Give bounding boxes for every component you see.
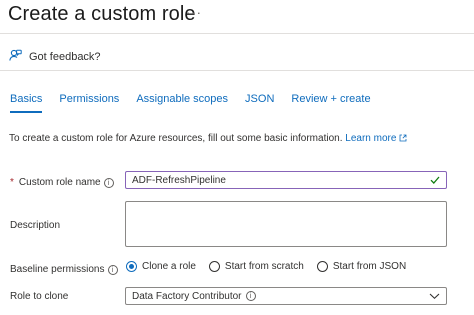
radio-unselected-icon [316, 261, 328, 272]
role-name-label: * Custom role name i [10, 177, 114, 188]
description-label: Description [10, 220, 61, 231]
intro-text: To create a custom role for Azure resour… [9, 133, 407, 144]
header-divider [0, 33, 474, 34]
toolbar-divider [0, 70, 474, 71]
chevron-down-icon [429, 292, 440, 303]
intro-description: To create a custom role for Azure resour… [9, 133, 343, 144]
role-to-clone-label: Role to clone [10, 291, 69, 302]
learn-more-link[interactable]: Learn more [345, 133, 407, 144]
info-icon[interactable]: i [245, 291, 256, 301]
tab-permissions[interactable]: Permissions [59, 93, 119, 105]
info-icon[interactable]: i [103, 177, 114, 188]
more-options-icon[interactable]: ··· [186, 5, 202, 20]
tab-basics[interactable]: Basics [10, 93, 43, 113]
valid-check-icon [430, 175, 440, 188]
feedback-label: Got feedback? [29, 51, 101, 63]
role-to-clone-dropdown[interactable]: Data Factory Contributor i [125, 287, 447, 305]
radio-selected-icon [126, 261, 137, 272]
description-textarea[interactable] [125, 201, 447, 247]
tab-review-create[interactable]: Review + create [291, 93, 370, 105]
radio-start-from-scratch[interactable]: Start from scratch [208, 261, 304, 272]
feedback-icon [9, 49, 22, 65]
info-icon[interactable]: i [107, 264, 118, 275]
radio-unselected-icon [208, 261, 220, 272]
radio-start-from-json[interactable]: Start from JSON [316, 261, 406, 272]
tab-json[interactable]: JSON [245, 93, 274, 105]
feedback-button[interactable]: Got feedback? [9, 49, 101, 65]
external-link-icon [399, 134, 407, 142]
baseline-radio-group: Clone a role Start from scratch Start fr… [126, 261, 419, 272]
baseline-permissions-label: Baseline permissions i [10, 264, 118, 275]
tab-strip: Basics Permissions Assignable scopes JSO… [10, 93, 388, 113]
required-marker: * [10, 177, 14, 188]
tab-assignable-scopes[interactable]: Assignable scopes [136, 93, 228, 105]
role-name-input[interactable]: ADF-RefreshPipeline [125, 171, 447, 189]
page-title: Create a custom role [8, 3, 196, 25]
radio-clone-role[interactable]: Clone a role [126, 261, 196, 272]
